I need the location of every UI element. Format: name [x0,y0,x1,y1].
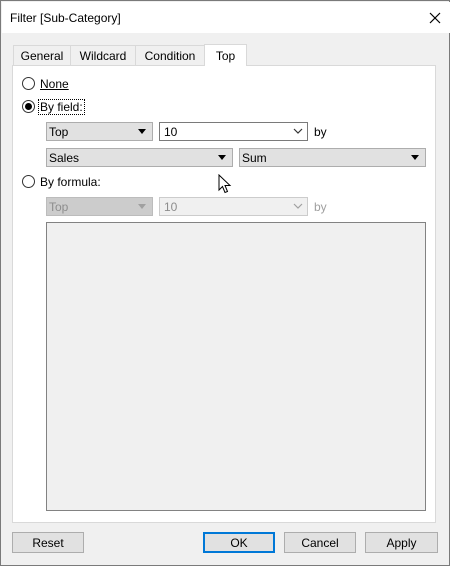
chevron-down-icon [138,129,146,134]
tab-general[interactable]: General [13,45,71,65]
by-formula-direction-select[interactable]: Top [46,197,153,216]
by-field-count-value: 10 [164,125,178,139]
chevron-down-icon [293,128,303,134]
by-formula-count-value: 10 [164,200,178,214]
by-field-label: By field: [38,99,85,115]
by-field-aggregation-value: Sum [242,151,267,165]
by-field-count-combo[interactable]: 10 [159,122,308,141]
by-field-aggregation-select[interactable]: Sum [239,148,426,167]
chevron-down-icon [218,155,226,160]
tab-condition-label: Condition [144,48,196,63]
by-formula-by-label: by [314,200,327,214]
mouse-cursor-icon [218,174,232,194]
filter-dialog: Filter [Sub-Category] General Wildcard C… [0,0,450,566]
tab-wildcard-label: Wildcard [79,48,127,63]
ok-button[interactable]: OK [203,532,275,553]
cancel-button-label: Cancel [301,535,339,550]
tab-top[interactable]: Top [204,44,247,66]
none-label-text: None [40,77,69,91]
close-button[interactable] [422,7,448,29]
ok-button-label: OK [230,535,248,550]
chevron-down-icon [293,203,303,209]
reset-button[interactable]: Reset [12,532,84,553]
reset-button-label: Reset [32,535,64,550]
tab-general-label: General [20,48,64,63]
by-field-field-value: Sales [49,151,80,165]
by-field-direction-select[interactable]: Top [46,122,153,141]
tab-top-label: Top [215,48,236,63]
chevron-down-icon [411,155,419,160]
none-label: None [40,77,69,91]
none-radio[interactable] [22,77,35,90]
by-field-field-select[interactable]: Sales [46,148,233,167]
by-field-direction-value: Top [49,125,69,139]
chevron-down-icon [138,204,146,209]
apply-button-label: Apply [386,535,417,550]
window-title: Filter [Sub-Category] [10,11,121,25]
title-bar: Filter [Sub-Category] [2,2,450,33]
by-field-by-label: by [314,125,327,139]
by-field-radio[interactable] [22,100,35,113]
by-formula-radio[interactable] [22,175,35,188]
close-icon [429,12,441,24]
formula-textarea[interactable] [46,222,426,511]
tab-condition[interactable]: Condition [135,45,205,65]
by-formula-label: By formula: [40,175,101,189]
tab-wildcard[interactable]: Wildcard [70,45,136,65]
cancel-button[interactable]: Cancel [284,532,356,553]
apply-button[interactable]: Apply [365,532,438,553]
by-formula-direction-value: Top [49,200,69,214]
by-formula-count-combo[interactable]: 10 [159,197,308,216]
